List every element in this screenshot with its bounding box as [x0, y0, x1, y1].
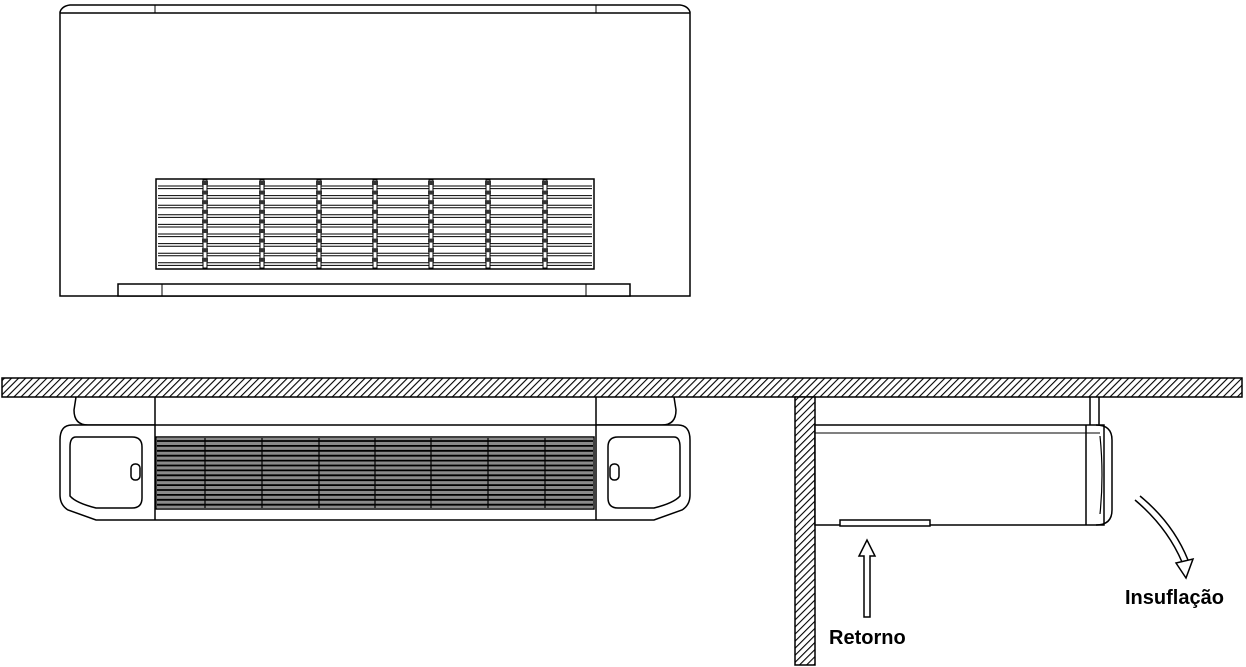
return-opening [839, 519, 931, 527]
return-air-label: Retorno [829, 627, 906, 649]
ceiling-slab [1, 377, 1243, 398]
underside-air-grille [155, 436, 595, 510]
side-body-outline [814, 424, 1105, 526]
unit-underside-view [59, 396, 691, 521]
front-air-grille [155, 178, 595, 270]
unit-front-view [59, 4, 691, 297]
wall [794, 396, 816, 666]
return-airflow-arrow [857, 538, 877, 618]
right-knob [609, 463, 620, 481]
unit-side-view [814, 397, 1113, 527]
supply-air-label: Insuflação [1125, 587, 1224, 609]
left-knob [130, 463, 141, 481]
ceiling-unit-installation-diagram [1, 4, 1243, 666]
unit-base [117, 283, 631, 297]
supply-airflow-arrow [1134, 495, 1195, 580]
